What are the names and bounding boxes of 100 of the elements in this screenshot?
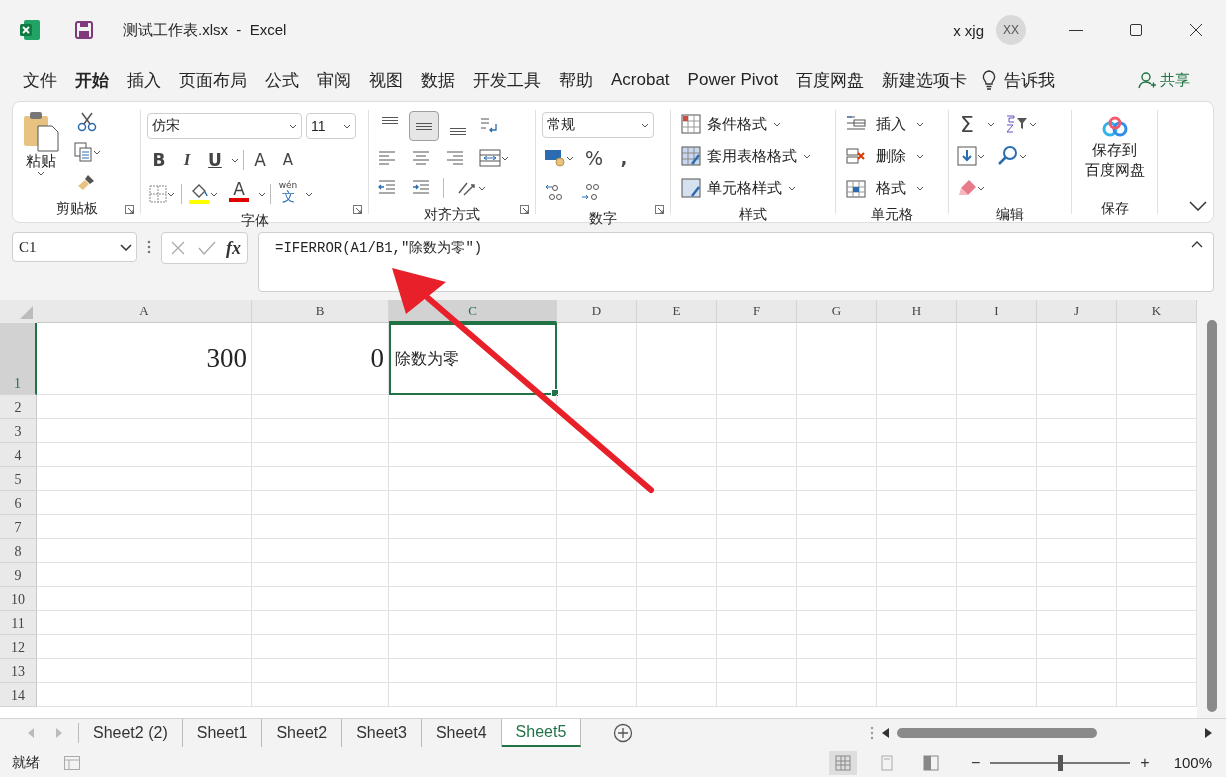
table-cell[interactable]: [37, 467, 252, 491]
table-cell[interactable]: [389, 611, 557, 635]
column-header[interactable]: J: [1037, 300, 1117, 323]
table-cell[interactable]: [717, 443, 797, 467]
table-cell[interactable]: [877, 515, 957, 539]
menu-tab[interactable]: 新建选项卡: [873, 64, 977, 96]
next-sheet-button[interactable]: [54, 726, 64, 740]
horizontal-scrollbar-thumb[interactable]: [897, 728, 1097, 738]
column-header[interactable]: F: [717, 300, 797, 323]
delete-cells-button[interactable]: 删除: [842, 142, 928, 170]
column-header[interactable]: I: [957, 300, 1037, 323]
merge-center-button[interactable]: [477, 146, 511, 170]
table-cell[interactable]: [877, 467, 957, 491]
table-cell[interactable]: [957, 323, 1037, 395]
table-cell[interactable]: [1037, 611, 1117, 635]
formula-input[interactable]: =IFERROR(A1/B1,"除数为零"): [258, 232, 1214, 292]
table-cell[interactable]: [717, 659, 797, 683]
table-cell[interactable]: [877, 635, 957, 659]
table-cell[interactable]: [1037, 467, 1117, 491]
table-cell[interactable]: [252, 467, 389, 491]
table-cell[interactable]: [637, 659, 717, 683]
table-cell[interactable]: [717, 683, 797, 707]
row-header[interactable]: 1: [0, 323, 37, 395]
table-cell[interactable]: [717, 395, 797, 419]
table-cell[interactable]: [637, 611, 717, 635]
menu-tab[interactable]: 视图: [360, 64, 412, 96]
dialog-launcher-button[interactable]: [518, 203, 531, 216]
table-cell[interactable]: [797, 611, 877, 635]
previous-sheet-button[interactable]: [26, 726, 36, 740]
tell-me-label[interactable]: 告诉我: [1004, 68, 1056, 92]
table-cell[interactable]: [637, 491, 717, 515]
insert-function-button[interactable]: fx: [226, 237, 241, 259]
table-cell[interactable]: [877, 395, 957, 419]
phonetic-guide-button[interactable]: wén 文: [275, 181, 301, 207]
underline-button[interactable]: U: [203, 147, 227, 173]
table-cell[interactable]: [252, 683, 389, 707]
table-cell[interactable]: [717, 467, 797, 491]
table-cell[interactable]: [557, 419, 637, 443]
collapse-formula-bar-button[interactable]: [1189, 239, 1205, 250]
table-cell[interactable]: [252, 515, 389, 539]
table-cell[interactable]: [717, 563, 797, 587]
table-cell[interactable]: [957, 635, 1037, 659]
table-cell[interactable]: [717, 323, 797, 395]
format-as-table-button[interactable]: 套用表格格式: [677, 142, 815, 170]
table-cell[interactable]: [37, 491, 252, 515]
table-cell[interactable]: [957, 611, 1037, 635]
table-cell[interactable]: [252, 539, 389, 563]
insert-cells-button[interactable]: 插入: [842, 110, 928, 138]
table-cell[interactable]: [389, 419, 557, 443]
table-cell[interactable]: [797, 563, 877, 587]
share-button[interactable]: 共享: [1132, 69, 1196, 91]
collapse-ribbon-button[interactable]: [1189, 199, 1207, 214]
table-cell[interactable]: [37, 635, 252, 659]
table-cell[interactable]: [637, 443, 717, 467]
table-cell[interactable]: [389, 443, 557, 467]
sheet-tab[interactable]: Sheet2 (2): [79, 719, 183, 747]
table-cell[interactable]: [1037, 419, 1117, 443]
table-cell[interactable]: [252, 587, 389, 611]
table-cell[interactable]: [797, 587, 877, 611]
user-avatar[interactable]: XX: [996, 15, 1026, 45]
row-header[interactable]: 5: [0, 467, 37, 491]
table-cell[interactable]: [877, 491, 957, 515]
menu-tab[interactable]: 开发工具: [464, 64, 550, 96]
row-header[interactable]: 4: [0, 443, 37, 467]
number-format-dropdown[interactable]: 常规: [542, 112, 654, 138]
table-cell[interactable]: [389, 395, 557, 419]
table-cell[interactable]: [557, 491, 637, 515]
row-header[interactable]: 6: [0, 491, 37, 515]
table-cell[interactable]: [37, 587, 252, 611]
column-header[interactable]: A: [37, 300, 252, 323]
table-cell[interactable]: [957, 467, 1037, 491]
row-header[interactable]: 13: [0, 659, 37, 683]
table-cell[interactable]: [717, 419, 797, 443]
table-cell[interactable]: [957, 659, 1037, 683]
column-header[interactable]: C: [389, 300, 557, 323]
table-cell[interactable]: [389, 683, 557, 707]
table-cell[interactable]: [877, 323, 957, 395]
table-cell[interactable]: [1037, 443, 1117, 467]
table-cell[interactable]: [557, 539, 637, 563]
column-header[interactable]: H: [877, 300, 957, 323]
table-cell[interactable]: [797, 683, 877, 707]
table-cell[interactable]: [797, 443, 877, 467]
table-cell[interactable]: [557, 659, 637, 683]
table-cell[interactable]: [252, 659, 389, 683]
name-box[interactable]: C1: [12, 232, 137, 262]
decrease-font-size-button[interactable]: A: [276, 147, 300, 173]
table-cell[interactable]: [877, 611, 957, 635]
table-cell[interactable]: [637, 515, 717, 539]
increase-font-size-button[interactable]: A: [248, 147, 272, 173]
table-cell[interactable]: [957, 539, 1037, 563]
dialog-launcher-button[interactable]: [351, 203, 364, 216]
table-cell[interactable]: [797, 659, 877, 683]
sort-filter-button[interactable]: [1003, 112, 1039, 136]
column-header[interactable]: D: [557, 300, 637, 323]
table-cell[interactable]: [37, 395, 252, 419]
table-cell[interactable]: [877, 587, 957, 611]
table-cell[interactable]: [252, 395, 389, 419]
table-cell[interactable]: [252, 563, 389, 587]
italic-button[interactable]: I: [175, 147, 199, 173]
borders-button[interactable]: [147, 183, 177, 205]
